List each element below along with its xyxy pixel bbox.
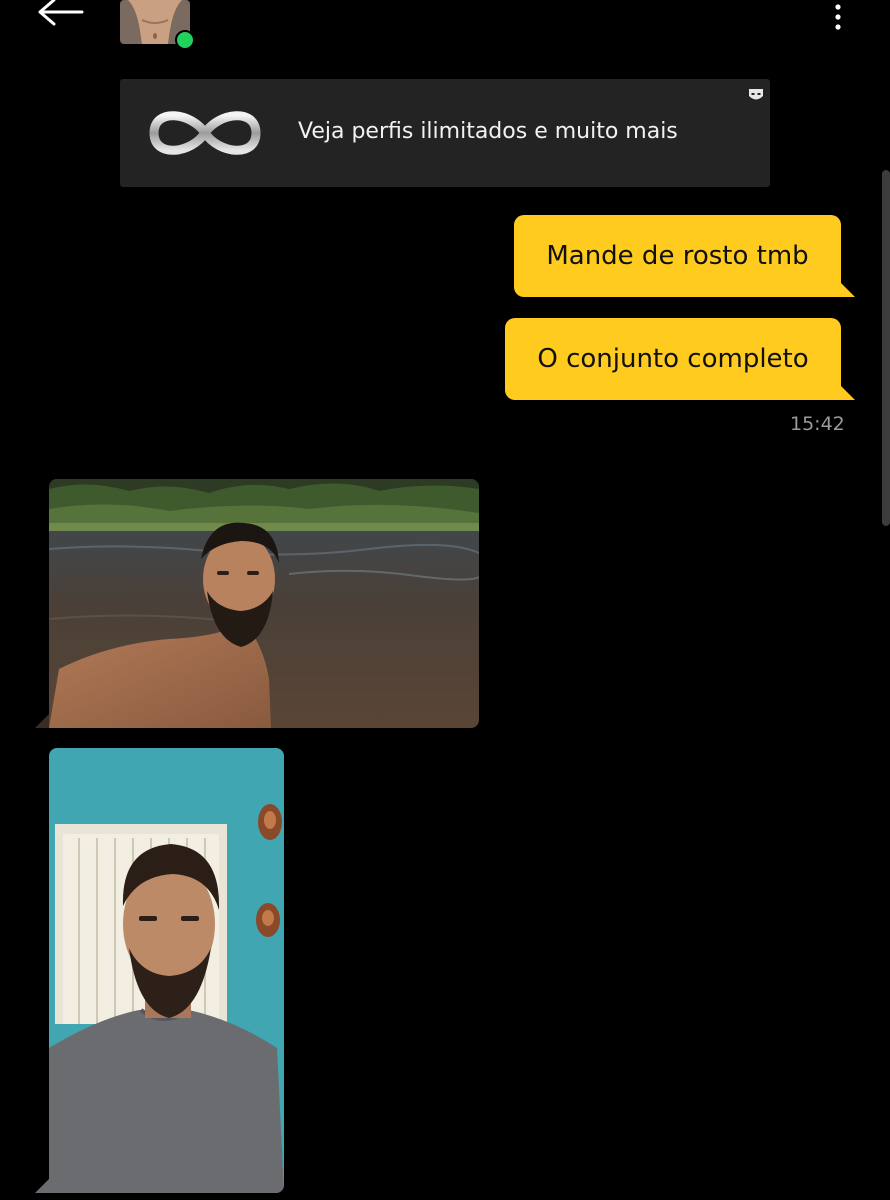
sent-message-bubble[interactable]: Mande de rosto tmb [514,215,855,297]
banner-text: Veja perfis ilimitados e muito mais [298,119,678,144]
received-photo-river[interactable] [35,479,479,728]
mask-icon [749,89,763,100]
scrollbar[interactable] [882,170,890,526]
message-text: O conjunto completo [537,344,809,374]
photo-room-selfie [49,748,284,1193]
message-text: Mande de rosto tmb [546,241,809,271]
infinity-icon [149,111,261,155]
more-options-button[interactable] [826,2,850,32]
bubble-tail [35,1179,49,1193]
more-vertical-icon [835,4,841,30]
photo-river-selfie [49,479,479,728]
back-button[interactable] [36,0,88,30]
received-photo-room[interactable] [35,748,284,1193]
message-timestamp: 15:42 [790,413,845,435]
sent-message-bubble[interactable]: O conjunto completo [505,318,855,400]
online-status-indicator [175,30,195,50]
upsell-banner[interactable]: Veja perfis ilimitados e muito mais [120,79,770,187]
bubble-tail [35,714,49,728]
arrow-left-icon [38,0,84,26]
